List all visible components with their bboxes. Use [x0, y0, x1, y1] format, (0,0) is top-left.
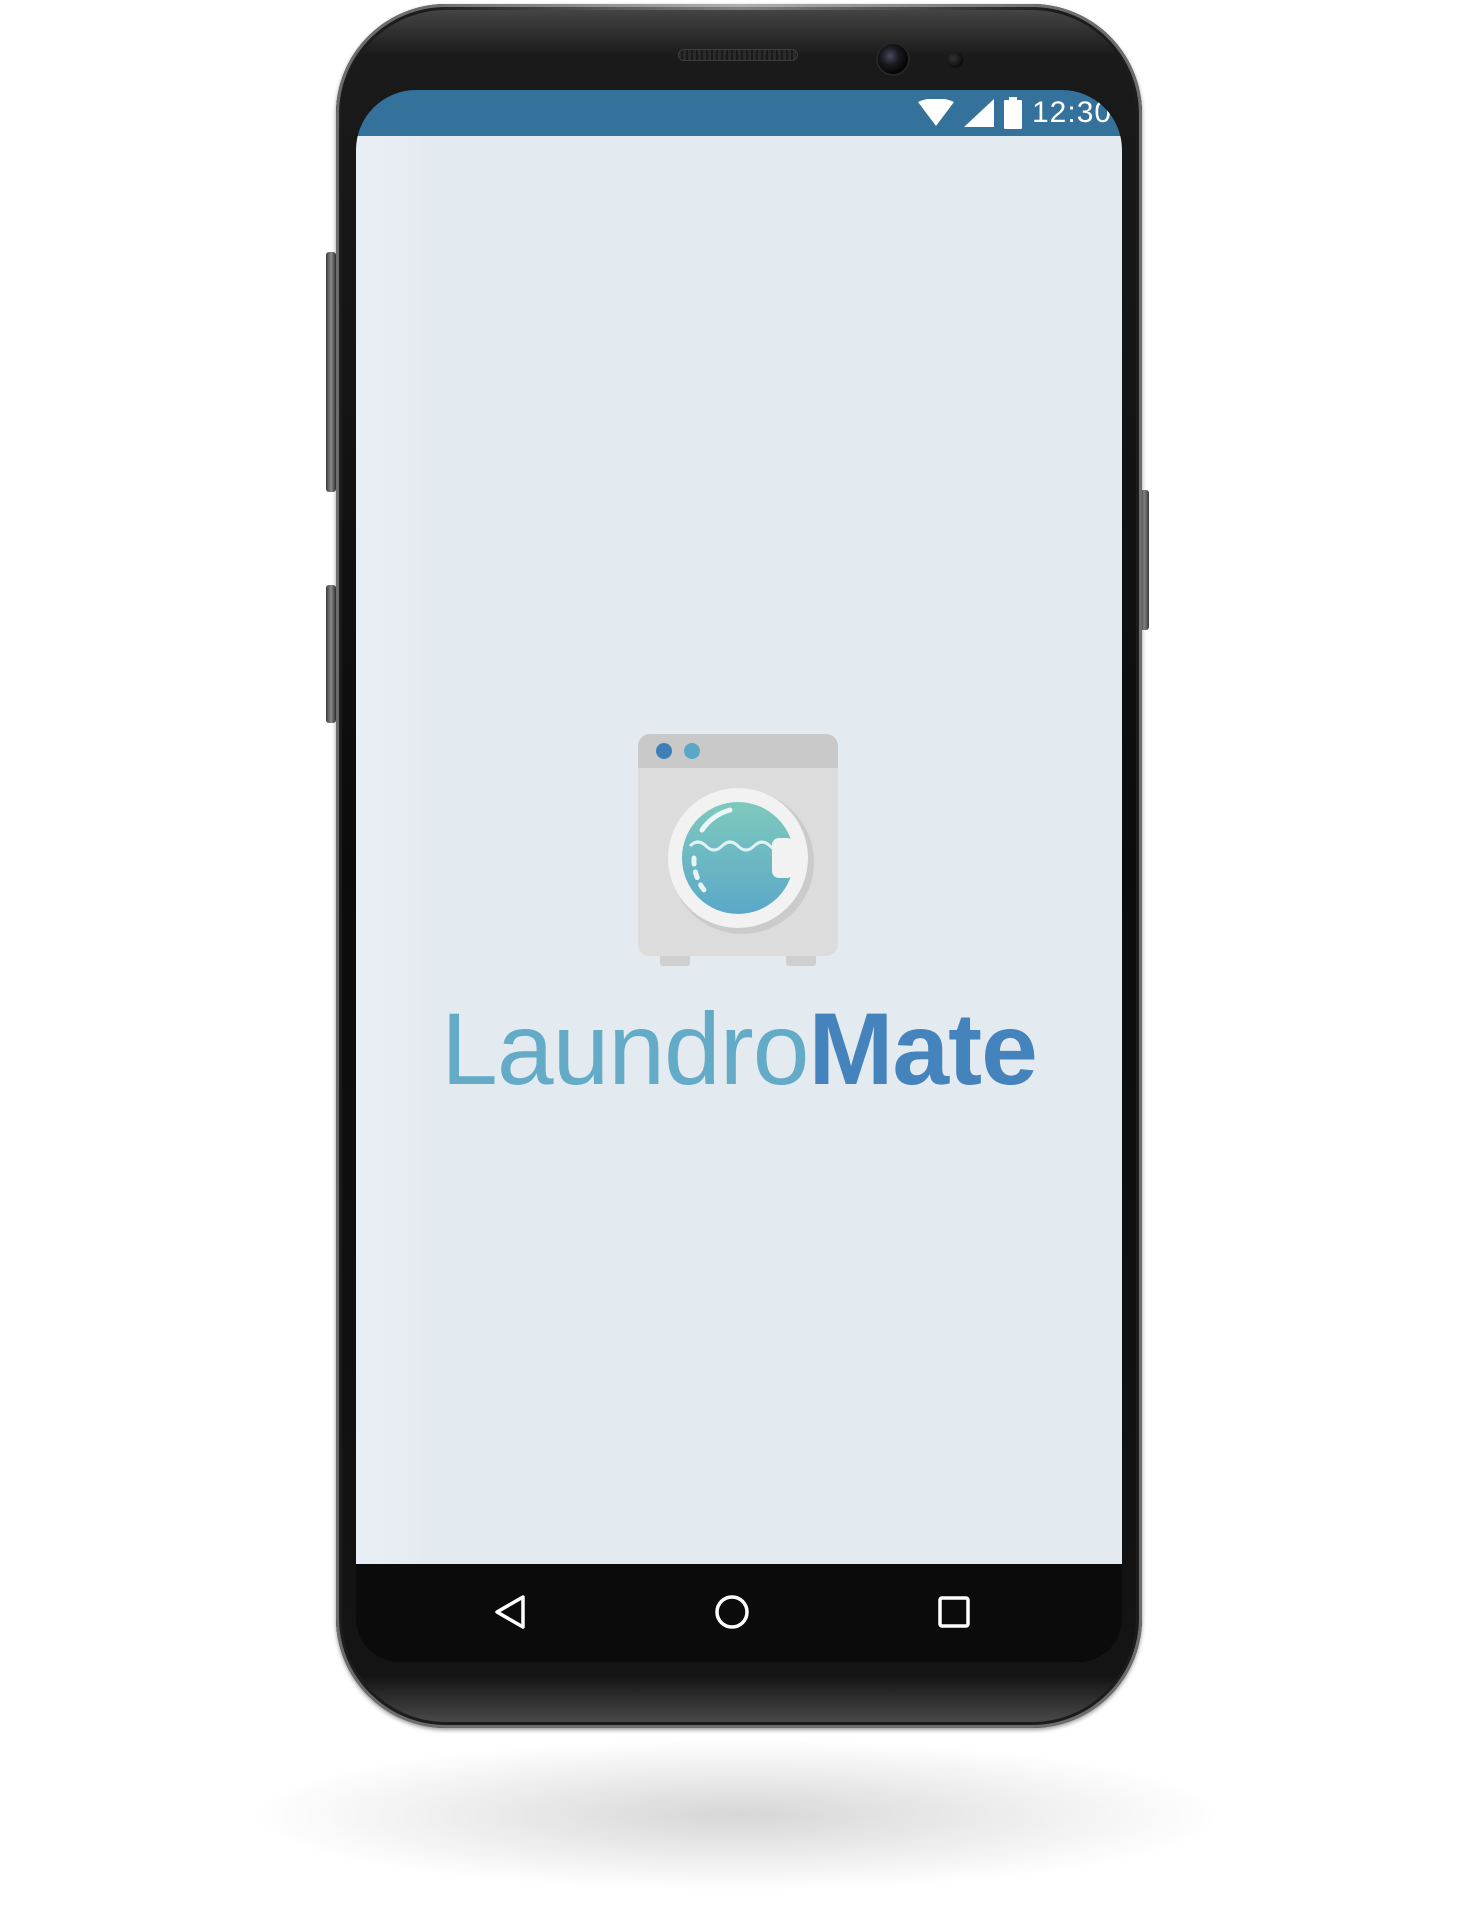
proximity-sensor	[947, 52, 963, 68]
home-button[interactable]	[706, 1586, 758, 1638]
phone-frame: 12:30 LaundroMate	[336, 4, 1142, 1728]
volume-down-button	[326, 585, 336, 723]
wifi-icon	[918, 99, 954, 127]
volume-up-button	[326, 252, 336, 492]
recents-button[interactable]	[928, 1586, 980, 1638]
front-camera	[878, 44, 908, 74]
phone-rim-highlight	[426, 4, 1052, 10]
brand-name-part-1: Laundro	[441, 992, 809, 1106]
brand-wordmark: LaundroMate	[356, 984, 1122, 1114]
home-icon	[715, 1595, 749, 1629]
device-shadow	[260, 1740, 1215, 1890]
phone-screen: 12:30 LaundroMate	[356, 90, 1122, 1662]
navigation-bar	[356, 1564, 1122, 1662]
cellular-signal-icon	[964, 99, 994, 127]
battery-icon	[1004, 97, 1022, 129]
status-time: 12:30	[1032, 96, 1113, 129]
back-button[interactable]	[484, 1586, 536, 1638]
back-icon	[495, 1595, 525, 1629]
status-icons: 12:30	[918, 90, 1116, 136]
recents-icon	[938, 1596, 970, 1628]
washing-machine-icon	[638, 734, 838, 970]
device-mockup: 12:30 LaundroMate	[0, 0, 1475, 1906]
status-bar: 12:30	[356, 90, 1122, 136]
brand-name-part-2: Mate	[808, 992, 1037, 1106]
splash-screen: LaundroMate	[356, 136, 1122, 1564]
earpiece-speaker	[678, 49, 798, 61]
